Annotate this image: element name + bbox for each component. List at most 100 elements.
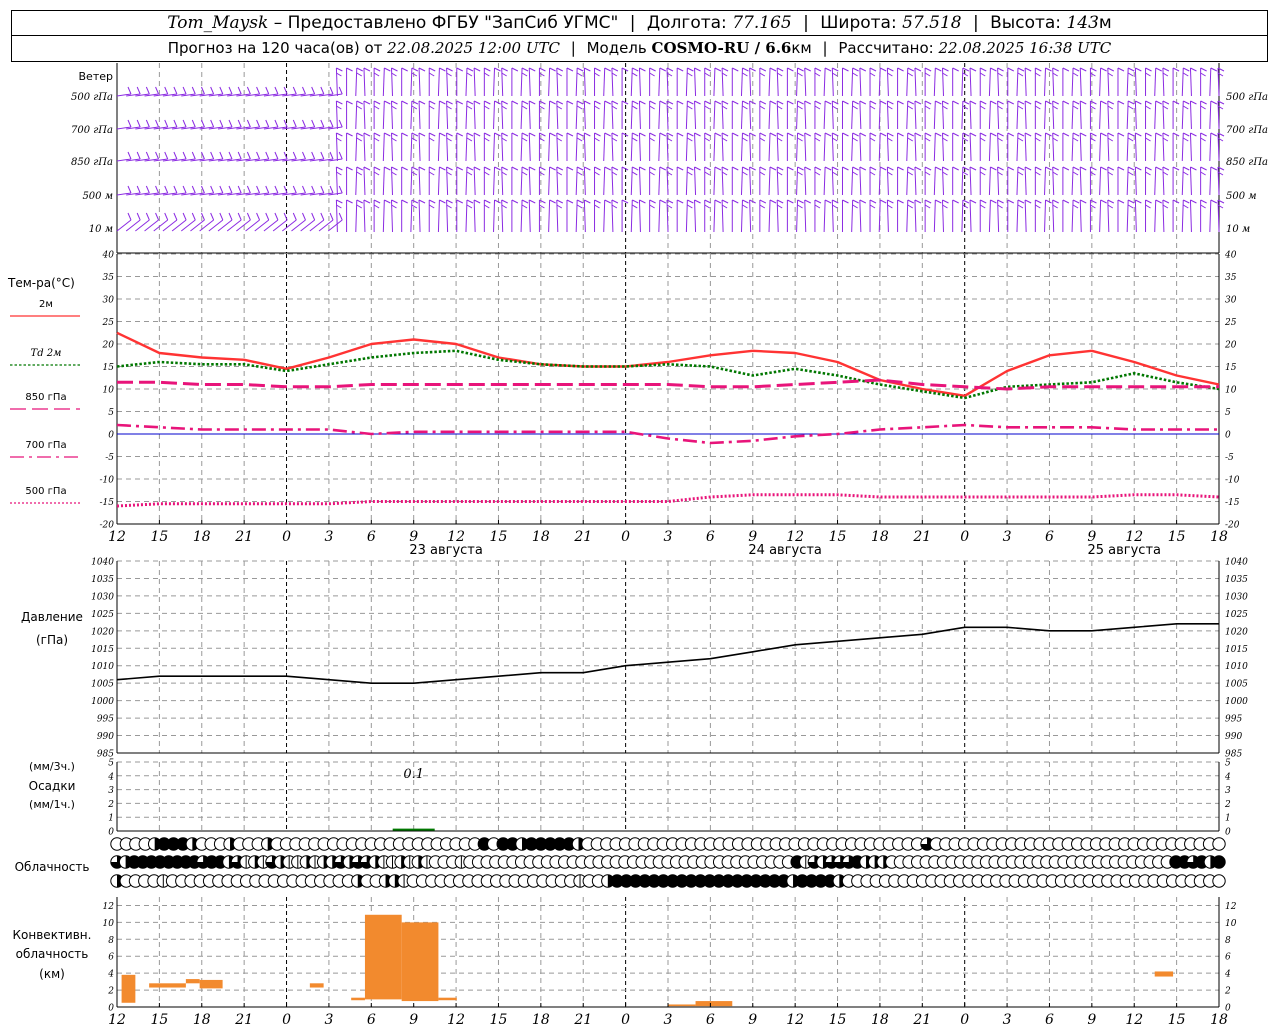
wind-barb-feather: [824, 166, 832, 171]
wind-barb: [721, 132, 724, 162]
wind-barb-feather: [1183, 199, 1190, 204]
wind-barb-feather: [1200, 204, 1206, 209]
wind-barb: [363, 67, 366, 97]
wind-barb-feather: [1127, 67, 1135, 72]
wind-barb-feather: [484, 166, 491, 171]
wind-barb-feather: [484, 100, 491, 105]
wind-barb: [473, 199, 476, 233]
wind-barb: [548, 132, 551, 162]
wind-barb: [473, 132, 476, 162]
wind-barb-feather: [714, 132, 722, 137]
wind-barb-feather: [852, 137, 858, 142]
wind-barb: [933, 132, 936, 162]
wind-barb: [721, 100, 724, 130]
wind-barb: [969, 199, 972, 233]
wind-barb-feather: [721, 199, 729, 204]
wind-barb-feather: [466, 204, 473, 209]
wind-barb-feather: [336, 100, 343, 105]
wind-barb-feather: [576, 204, 583, 209]
y-tick-label-left: 12: [103, 902, 115, 912]
wind-barb-feather: [1107, 204, 1114, 209]
wind-barb: [583, 132, 586, 162]
y-tick-label-right: 30: [1225, 296, 1237, 306]
wind-barb: [1024, 67, 1027, 97]
wind-barb-feather: [484, 137, 490, 142]
wind-barb: [1016, 132, 1019, 162]
wind-barb-feather: [265, 185, 270, 194]
wind-barb-feather: [824, 67, 832, 72]
y-tick-label-right: 1: [1225, 814, 1231, 824]
wind-barb-feather: [210, 119, 215, 128]
wind-barb: [1079, 132, 1082, 162]
wind-barb-feather: [859, 199, 867, 204]
y-tick-label-left: 1020: [91, 627, 114, 637]
wind-barb: [446, 100, 449, 130]
wind-barb-feather: [1090, 137, 1096, 142]
wind-barb: [969, 166, 972, 196]
wind-barb-feather: [1072, 166, 1080, 171]
wind-barb-feather: [742, 100, 749, 105]
x-tick-label: 21: [912, 1012, 931, 1024]
wind-barb-feather: [1155, 100, 1162, 105]
x-tick-label: 15: [150, 529, 168, 545]
wind-barb-feather: [363, 132, 371, 137]
wind-barb-feather: [969, 199, 977, 204]
wind-barb-feather: [897, 199, 904, 204]
wind-barb: [658, 166, 661, 196]
wind-barb-feather: [164, 185, 169, 194]
x-tick-label: 0: [282, 1012, 291, 1024]
wind-barb-feather: [265, 86, 270, 95]
wind-barb-feather: [411, 100, 419, 105]
wind-barb-feather: [237, 119, 242, 128]
wind-barb-feather: [418, 67, 426, 72]
wind-barb-feather: [136, 212, 141, 221]
y-tick-label-left: 1010: [91, 662, 114, 672]
wind-barb-feather: [529, 132, 536, 137]
wind-barb-feather: [473, 166, 481, 171]
wind-barb-feather: [1080, 166, 1087, 171]
wind-barb-feather: [1072, 199, 1080, 204]
wind-barb: [473, 100, 476, 130]
wind-barb-feather: [621, 166, 629, 171]
wind-barb-feather: [173, 185, 178, 194]
wind-barb-feather: [935, 67, 942, 72]
wind-barb: [575, 166, 578, 196]
wind-barb: [1162, 100, 1165, 130]
wind-barb-feather: [484, 67, 491, 72]
wind-barb-feather: [769, 132, 777, 137]
wind-barb-feather: [411, 67, 419, 72]
wind-barb-feather: [742, 132, 749, 137]
y-tick-label-right: 1025: [1225, 610, 1248, 620]
wind-barb-feather: [1007, 100, 1015, 105]
wind-barb: [363, 100, 366, 130]
wind-barb-feather: [604, 100, 611, 105]
y-tick-label-right: 10: [1225, 919, 1237, 929]
wind-barb: [1044, 166, 1047, 196]
wind-barb: [638, 199, 641, 233]
wind-barb-feather: [1017, 105, 1024, 110]
wind-barb: [1107, 132, 1110, 162]
wind-barb: [933, 199, 936, 233]
wind-barb-feather: [446, 132, 453, 137]
x-tick-label: 21: [573, 1012, 592, 1024]
wind-barb-feather: [446, 199, 453, 204]
y-tick-label-left: 0: [108, 431, 114, 441]
convective-cloud-panel: 0 02 24 46 68 810 1012 1212 15 18 21 0 3 6 9 12 15 18 21 0 3…: [13, 897, 1237, 1024]
y-tick-label-left: -5: [105, 453, 114, 463]
wind-barb: [391, 67, 393, 97]
x-tick-label: 18: [532, 529, 550, 545]
wind-barb: [1107, 67, 1110, 97]
wind-barb-feather: [529, 166, 536, 171]
wind-barb-feather: [842, 100, 849, 105]
wind-barb-feather: [439, 132, 446, 137]
wind-barb-feather: [1200, 199, 1207, 204]
wind-barb-feather: [418, 199, 426, 204]
wind-barb-feather: [556, 67, 564, 72]
wind-barb: [796, 199, 799, 233]
wind-barb-feather: [584, 166, 591, 171]
wind-barb-feather: [373, 132, 381, 137]
wind-barb-feather: [494, 67, 501, 72]
wind-barb-feather: [814, 67, 822, 72]
wind-barb: [694, 100, 697, 130]
wind-barb-feather: [1155, 67, 1162, 72]
